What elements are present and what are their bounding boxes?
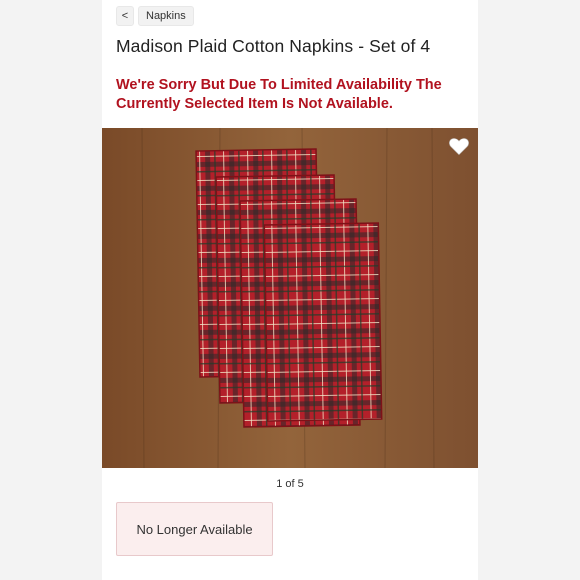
image-counter: 1 of 5 [102, 478, 478, 490]
availability-status-box: No Longer Available [116, 502, 273, 556]
availability-status-label: No Longer Available [136, 521, 253, 537]
product-image[interactable] [102, 128, 478, 468]
breadcrumb-category-link[interactable]: Napkins [138, 6, 194, 26]
image-counter-text: 1 of 5 [276, 478, 304, 490]
napkins-photo [102, 128, 478, 468]
breadcrumb: < Napkins [116, 6, 194, 26]
product-title: Madison Plaid Cotton Napkins - Set of 4 [116, 36, 431, 56]
back-button[interactable]: < [116, 6, 134, 26]
availability-notice: We're Sorry But Due To Limited Availabil… [116, 77, 442, 112]
product-page: < Napkins Madison Plaid Cotton Napkins -… [102, 0, 478, 580]
heart-icon[interactable] [448, 136, 470, 156]
